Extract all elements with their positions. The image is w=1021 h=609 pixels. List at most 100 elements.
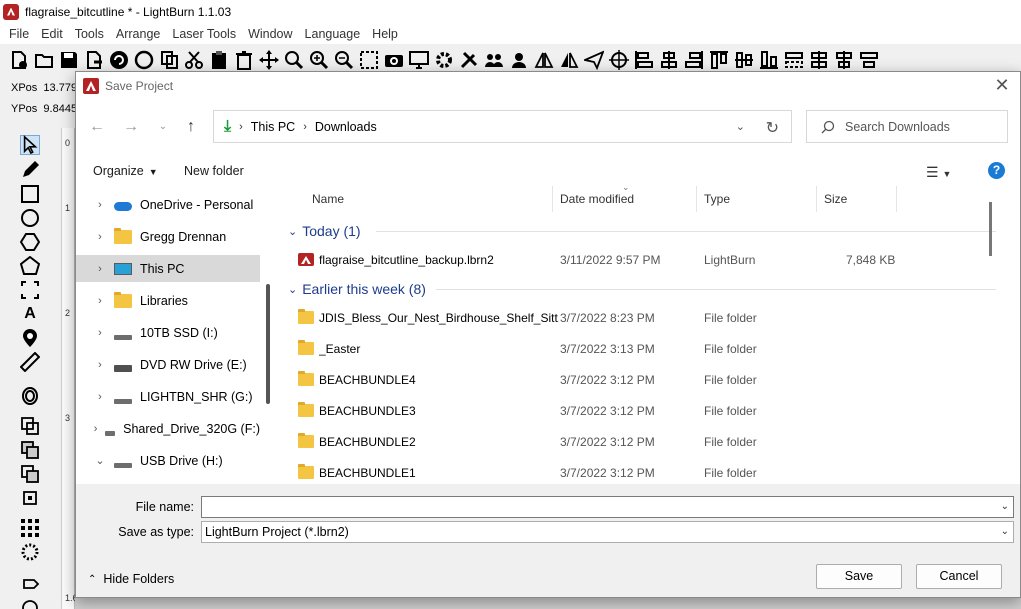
nav-item-dvd-rw-drive[interactable]: › DVD RW Drive (E:) <box>76 351 260 378</box>
xpos-value[interactable]: 13.779 <box>43 82 77 94</box>
menu-laser-tools[interactable]: Laser Tools <box>166 27 242 41</box>
offset-tool-icon[interactable] <box>20 386 40 406</box>
collapse-chevron-icon[interactable]: ⌄ <box>90 454 110 467</box>
monitor-icon[interactable] <box>408 49 430 71</box>
settings-icon[interactable] <box>433 49 455 71</box>
file-row[interactable]: JDIS_Bless_Our_Nest_Birdhouse_Shelf_Sitt… <box>298 304 998 331</box>
refresh-icon[interactable]: ↻ <box>766 118 779 138</box>
hide-folders-toggle[interactable]: ⌃ Hide Folders <box>88 572 174 586</box>
file-row[interactable]: BEACHBUNDLE2 3/7/2022 3:12 PM File folde… <box>298 428 998 455</box>
menu-arrange[interactable]: Arrange <box>110 27 166 41</box>
file-row[interactable]: _Easter 3/7/2022 3:13 PM File folder <box>298 335 998 362</box>
back-arrow-icon[interactable]: ← <box>88 118 106 136</box>
measure-tool-icon[interactable] <box>20 352 40 372</box>
nav-item-libraries[interactable]: › Libraries <box>76 287 260 314</box>
new-file-icon[interactable] <box>8 49 30 71</box>
crosshair-icon[interactable] <box>608 49 630 71</box>
union-tool-icon[interactable] <box>20 440 40 460</box>
help-icon[interactable]: ? <box>988 162 1005 179</box>
expand-chevron-icon[interactable]: › <box>90 231 110 243</box>
expand-chevron-icon[interactable]: › <box>90 263 110 275</box>
align-top-icon[interactable] <box>708 49 730 71</box>
column-header-size[interactable]: Size <box>817 186 897 212</box>
save-as-type-select[interactable]: LightBurn Project (*.lbrn2) ⌄ <box>201 521 1014 543</box>
file-row[interactable]: BEACHBUNDLE3 3/7/2022 3:12 PM File folde… <box>298 397 998 424</box>
expand-chevron-icon[interactable]: › <box>90 391 110 403</box>
address-bar[interactable]: ⤓ › This PC › Downloads ⌄ ↻ <box>213 110 792 143</box>
menu-file[interactable]: File <box>3 27 35 41</box>
file-row[interactable]: BEACHBUNDLE4 3/7/2022 3:12 PM File folde… <box>298 366 998 393</box>
breadcrumb-separator-icon[interactable]: › <box>303 121 307 133</box>
frame-icon[interactable] <box>358 49 380 71</box>
expand-chevron-icon[interactable]: › <box>90 359 110 371</box>
menu-help[interactable]: Help <box>366 27 404 41</box>
menu-window[interactable]: Window <box>242 27 298 41</box>
nav-item-usb-drive[interactable]: ⌄ USB Drive (H:) <box>76 447 260 474</box>
rectangle-tool-icon[interactable] <box>20 184 40 204</box>
cut-icon[interactable] <box>183 49 205 71</box>
send-icon[interactable] <box>583 49 605 71</box>
recent-locations-chevron-icon[interactable]: ⌄ <box>154 118 172 136</box>
menu-edit[interactable]: Edit <box>35 27 69 41</box>
nav-item-onedrive[interactable]: › OneDrive - Personal <box>76 191 260 218</box>
circular-array-icon[interactable] <box>20 542 40 562</box>
paste-icon[interactable] <box>208 49 230 71</box>
nav-item-10tb-ssd[interactable]: › 10TB SSD (I:) <box>76 319 260 346</box>
export-icon[interactable] <box>83 49 105 71</box>
ypos-value[interactable]: 9.8445 <box>43 103 77 115</box>
file-row[interactable]: flagraise_bitcutline_backup.lbrn2 3/11/2… <box>298 246 998 273</box>
align-right-icon[interactable] <box>683 49 705 71</box>
column-header-type[interactable]: Type <box>697 186 817 212</box>
distribute-spacing-icon[interactable] <box>858 49 880 71</box>
expand-chevron-icon[interactable]: › <box>90 327 110 339</box>
polygon-tool-icon[interactable] <box>20 232 40 252</box>
tools-icon[interactable] <box>458 49 480 71</box>
address-dropdown-icon[interactable]: ⌄ <box>736 120 745 133</box>
distribute-center-icon[interactable] <box>833 49 855 71</box>
copy-icon[interactable] <box>158 49 180 71</box>
text-tool-icon[interactable]: A <box>20 304 40 324</box>
breadcrumb-this-pc[interactable]: This PC <box>251 120 295 134</box>
expand-chevron-icon[interactable]: › <box>90 423 101 435</box>
intersect-tool-icon[interactable] <box>20 488 40 508</box>
align-center-icon[interactable] <box>658 49 680 71</box>
column-header-date-modified[interactable]: Date modified <box>553 186 697 212</box>
zoom-out-icon[interactable] <box>333 49 355 71</box>
distribute-vertical-icon[interactable] <box>808 49 830 71</box>
subtract-tool-icon[interactable] <box>20 464 40 484</box>
expand-chevron-icon[interactable]: › <box>90 199 110 211</box>
file-name-input[interactable]: ⌄ <box>201 496 1014 518</box>
position-pin-icon[interactable] <box>20 328 40 348</box>
align-bottom-icon[interactable] <box>758 49 780 71</box>
nav-item-lightbn-shr[interactable]: › LIGHTBN_SHR (G:) <box>76 383 260 410</box>
frame-tool-icon[interactable] <box>20 280 40 300</box>
node-edit-icon[interactable] <box>20 598 40 609</box>
breadcrumb-downloads[interactable]: Downloads <box>315 120 377 134</box>
pentagon-tool-icon[interactable] <box>20 256 40 276</box>
align-left-icon[interactable] <box>633 49 655 71</box>
menu-tools[interactable]: Tools <box>69 27 110 41</box>
search-input[interactable] <box>845 119 1005 134</box>
group-icon[interactable] <box>483 49 505 71</box>
align-middle-icon[interactable] <box>733 49 755 71</box>
column-header-name[interactable]: Name <box>305 186 553 212</box>
chevron-down-icon[interactable]: ⌄ <box>1001 522 1009 542</box>
nav-pane-scrollbar[interactable] <box>266 284 270 404</box>
close-icon[interactable]: ✕ <box>992 76 1012 96</box>
group-header-today[interactable]: ⌄ Today (1) <box>288 221 361 241</box>
ungroup-icon[interactable] <box>508 49 530 71</box>
ellipse-tool-icon[interactable] <box>20 208 40 228</box>
file-list-scrollbar[interactable] <box>989 202 992 256</box>
pen-tool-icon[interactable] <box>20 160 40 180</box>
forward-arrow-icon[interactable]: → <box>122 118 140 136</box>
file-row[interactable]: BEACHBUNDLE1 3/7/2022 3:12 PM File folde… <box>298 459 998 484</box>
nav-item-shared-drive[interactable]: › Shared_Drive_320G (F:) <box>76 415 260 442</box>
undo-icon[interactable] <box>108 49 130 71</box>
menu-language[interactable]: Language <box>299 27 367 41</box>
expand-chevron-icon[interactable]: › <box>90 295 110 307</box>
flip-horizontal-icon[interactable] <box>533 49 555 71</box>
cancel-button[interactable]: Cancel <box>916 564 1002 589</box>
chevron-down-icon[interactable]: ⌄ <box>1001 497 1009 517</box>
grid-array-icon[interactable] <box>20 518 40 538</box>
up-arrow-icon[interactable]: ↑ <box>182 118 200 136</box>
